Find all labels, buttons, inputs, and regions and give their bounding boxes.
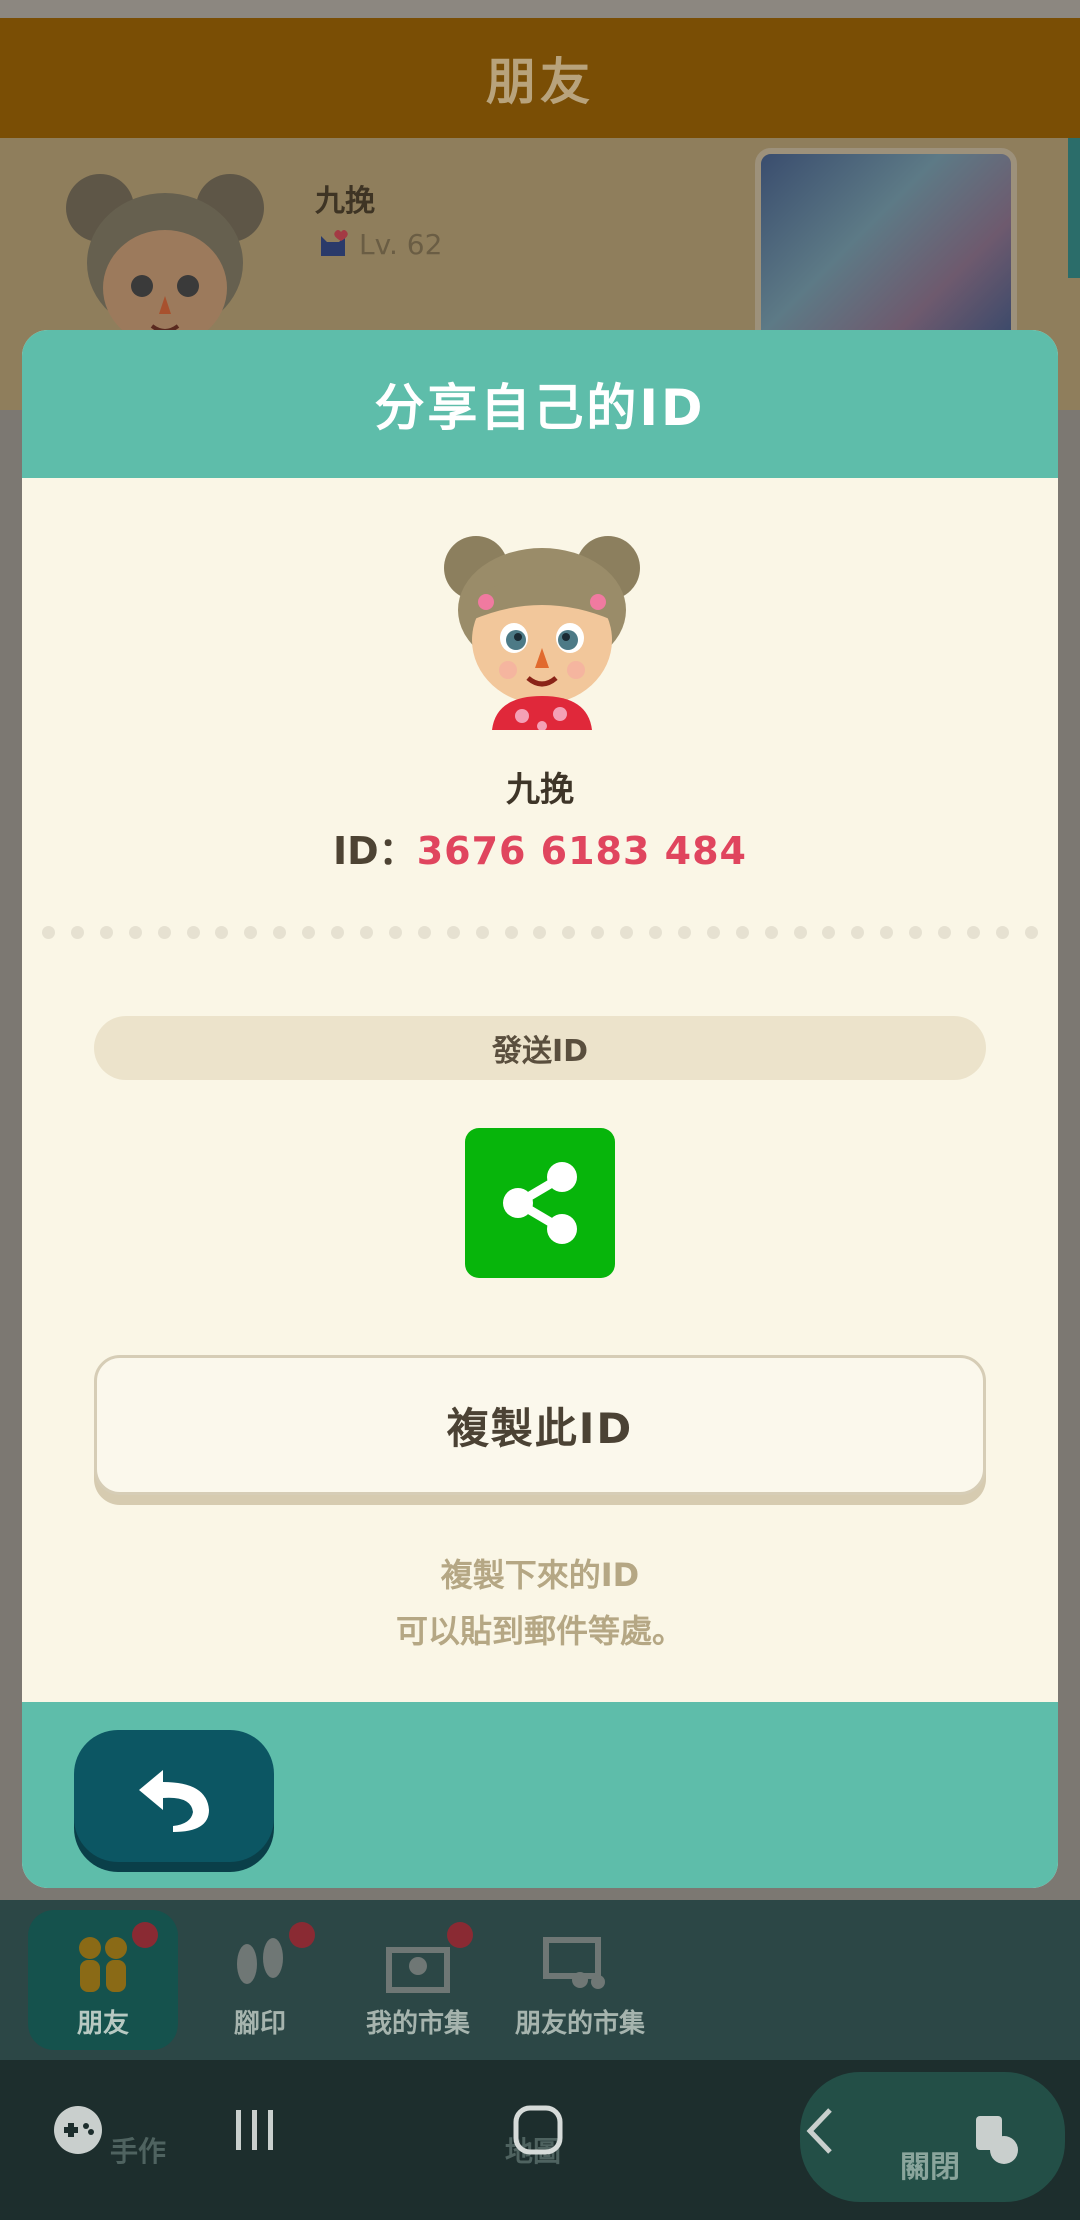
divider-dot bbox=[70, 926, 84, 939]
touch-protection-icon[interactable] bbox=[970, 2112, 1026, 2168]
badge-dot bbox=[447, 1922, 473, 1948]
id-value: 3676 6183 484 bbox=[416, 829, 747, 873]
user-name: 九挽 bbox=[506, 770, 574, 810]
tab-bar: 朋友 腳印 我的市集 朋友的市集 bbox=[0, 1900, 1080, 2060]
divider-dot bbox=[909, 926, 923, 939]
divider-dot bbox=[475, 926, 489, 939]
tab-label: 朋友 bbox=[76, 2009, 129, 2039]
divider-dot bbox=[331, 926, 345, 939]
copy-id-label: 複製此ID bbox=[446, 1403, 634, 1453]
share-icon bbox=[503, 1162, 577, 1244]
friends-icon bbox=[79, 1937, 127, 1992]
divider-dot bbox=[42, 926, 55, 939]
island-photo[interactable] bbox=[755, 148, 1017, 360]
tab-footprints[interactable]: 腳印 bbox=[185, 1910, 335, 2050]
divider-dot bbox=[938, 926, 952, 939]
send-id-heading: 發送ID bbox=[94, 1016, 986, 1080]
send-id-label: 發送ID bbox=[491, 1034, 589, 1069]
divider-dot bbox=[764, 926, 778, 939]
divider-dot bbox=[880, 926, 894, 939]
divider-dot bbox=[99, 926, 113, 939]
copy-id-button[interactable]: 複製此ID bbox=[94, 1355, 986, 1495]
footprint-icon bbox=[237, 1938, 283, 1984]
divider-dot bbox=[591, 926, 605, 939]
divider-dot bbox=[735, 926, 749, 939]
divider-dot bbox=[649, 926, 663, 939]
return-arrow-icon bbox=[139, 1770, 209, 1832]
divider-dot bbox=[244, 926, 258, 939]
divider-dot bbox=[793, 926, 807, 939]
back-nav-icon[interactable] bbox=[800, 2106, 840, 2156]
user-id-line: ID：3676 6183 484 bbox=[22, 820, 1058, 875]
divider-dot bbox=[302, 926, 316, 939]
divider-dot bbox=[533, 926, 547, 939]
divider-dot bbox=[851, 926, 865, 939]
status-area bbox=[0, 0, 1080, 18]
profile-level: Lv. 62 bbox=[315, 226, 442, 262]
tab-label: 腳印 bbox=[233, 2009, 286, 2039]
back-button[interactable] bbox=[74, 1730, 274, 1862]
divider-dot bbox=[967, 926, 980, 939]
divider-dot bbox=[157, 926, 171, 939]
game-launcher-icon[interactable] bbox=[50, 2102, 106, 2158]
copy-hint: 複製下來的ID 可以貼到郵件等處。 bbox=[22, 1547, 1058, 1659]
dotted-divider bbox=[42, 926, 1038, 940]
player-avatar bbox=[444, 536, 640, 730]
divider-dot bbox=[706, 926, 720, 939]
tab-label: 我的市集 bbox=[365, 2009, 470, 2039]
divider-dot bbox=[677, 926, 691, 939]
dialog-title: 分享自己的ID bbox=[374, 379, 706, 437]
friends-market-icon bbox=[543, 1937, 605, 1989]
badge-dot bbox=[289, 1922, 315, 1948]
dialog-footer bbox=[22, 1702, 1058, 1888]
share-id-dialog: 分享自己的ID 九挽 ID：3676 6183 484 發送ID 複製此ID 複… bbox=[22, 330, 1058, 1888]
divider-dot bbox=[446, 926, 460, 939]
tab-label: 朋友的市集 bbox=[514, 2009, 645, 2039]
divider-dot bbox=[562, 926, 576, 939]
tab-friends[interactable]: 朋友 bbox=[28, 1910, 178, 2050]
tab-my-market[interactable]: 我的市集 bbox=[343, 1910, 493, 2050]
divider-dot bbox=[359, 926, 373, 939]
divider-dot bbox=[822, 926, 836, 939]
recent-apps-icon[interactable] bbox=[230, 2108, 280, 2152]
cat-icon bbox=[321, 230, 348, 256]
app-header: 朋友 bbox=[0, 18, 1080, 138]
divider-dot bbox=[273, 926, 287, 939]
market-icon bbox=[386, 1947, 450, 1993]
badge-dot bbox=[132, 1922, 158, 1948]
copy-hint-line1: 複製下來的ID bbox=[440, 1556, 640, 1594]
divider-dot bbox=[620, 926, 634, 939]
dialog-header: 分享自己的ID bbox=[22, 330, 1058, 478]
home-icon[interactable] bbox=[512, 2104, 564, 2156]
divider-dot bbox=[186, 926, 200, 939]
level-text: Lv. 62 bbox=[359, 227, 443, 261]
page-title: 朋友 bbox=[486, 53, 594, 111]
divider-dot bbox=[215, 926, 229, 939]
side-handle bbox=[1068, 138, 1080, 278]
divider-dot bbox=[128, 926, 142, 939]
id-label: ID： bbox=[333, 829, 417, 873]
divider-dot bbox=[388, 926, 402, 939]
divider-dot bbox=[504, 926, 518, 939]
profile-name: 九挽 bbox=[315, 184, 375, 219]
divider-dot bbox=[417, 926, 431, 939]
divider-dot bbox=[995, 926, 1009, 939]
share-button[interactable] bbox=[465, 1128, 615, 1278]
tab-friends-market[interactable]: 朋友的市集 bbox=[500, 1910, 660, 2050]
system-nav-bar bbox=[0, 2060, 1080, 2220]
divider-dot bbox=[1024, 926, 1038, 939]
copy-hint-line2: 可以貼到郵件等處。 bbox=[395, 1612, 684, 1650]
